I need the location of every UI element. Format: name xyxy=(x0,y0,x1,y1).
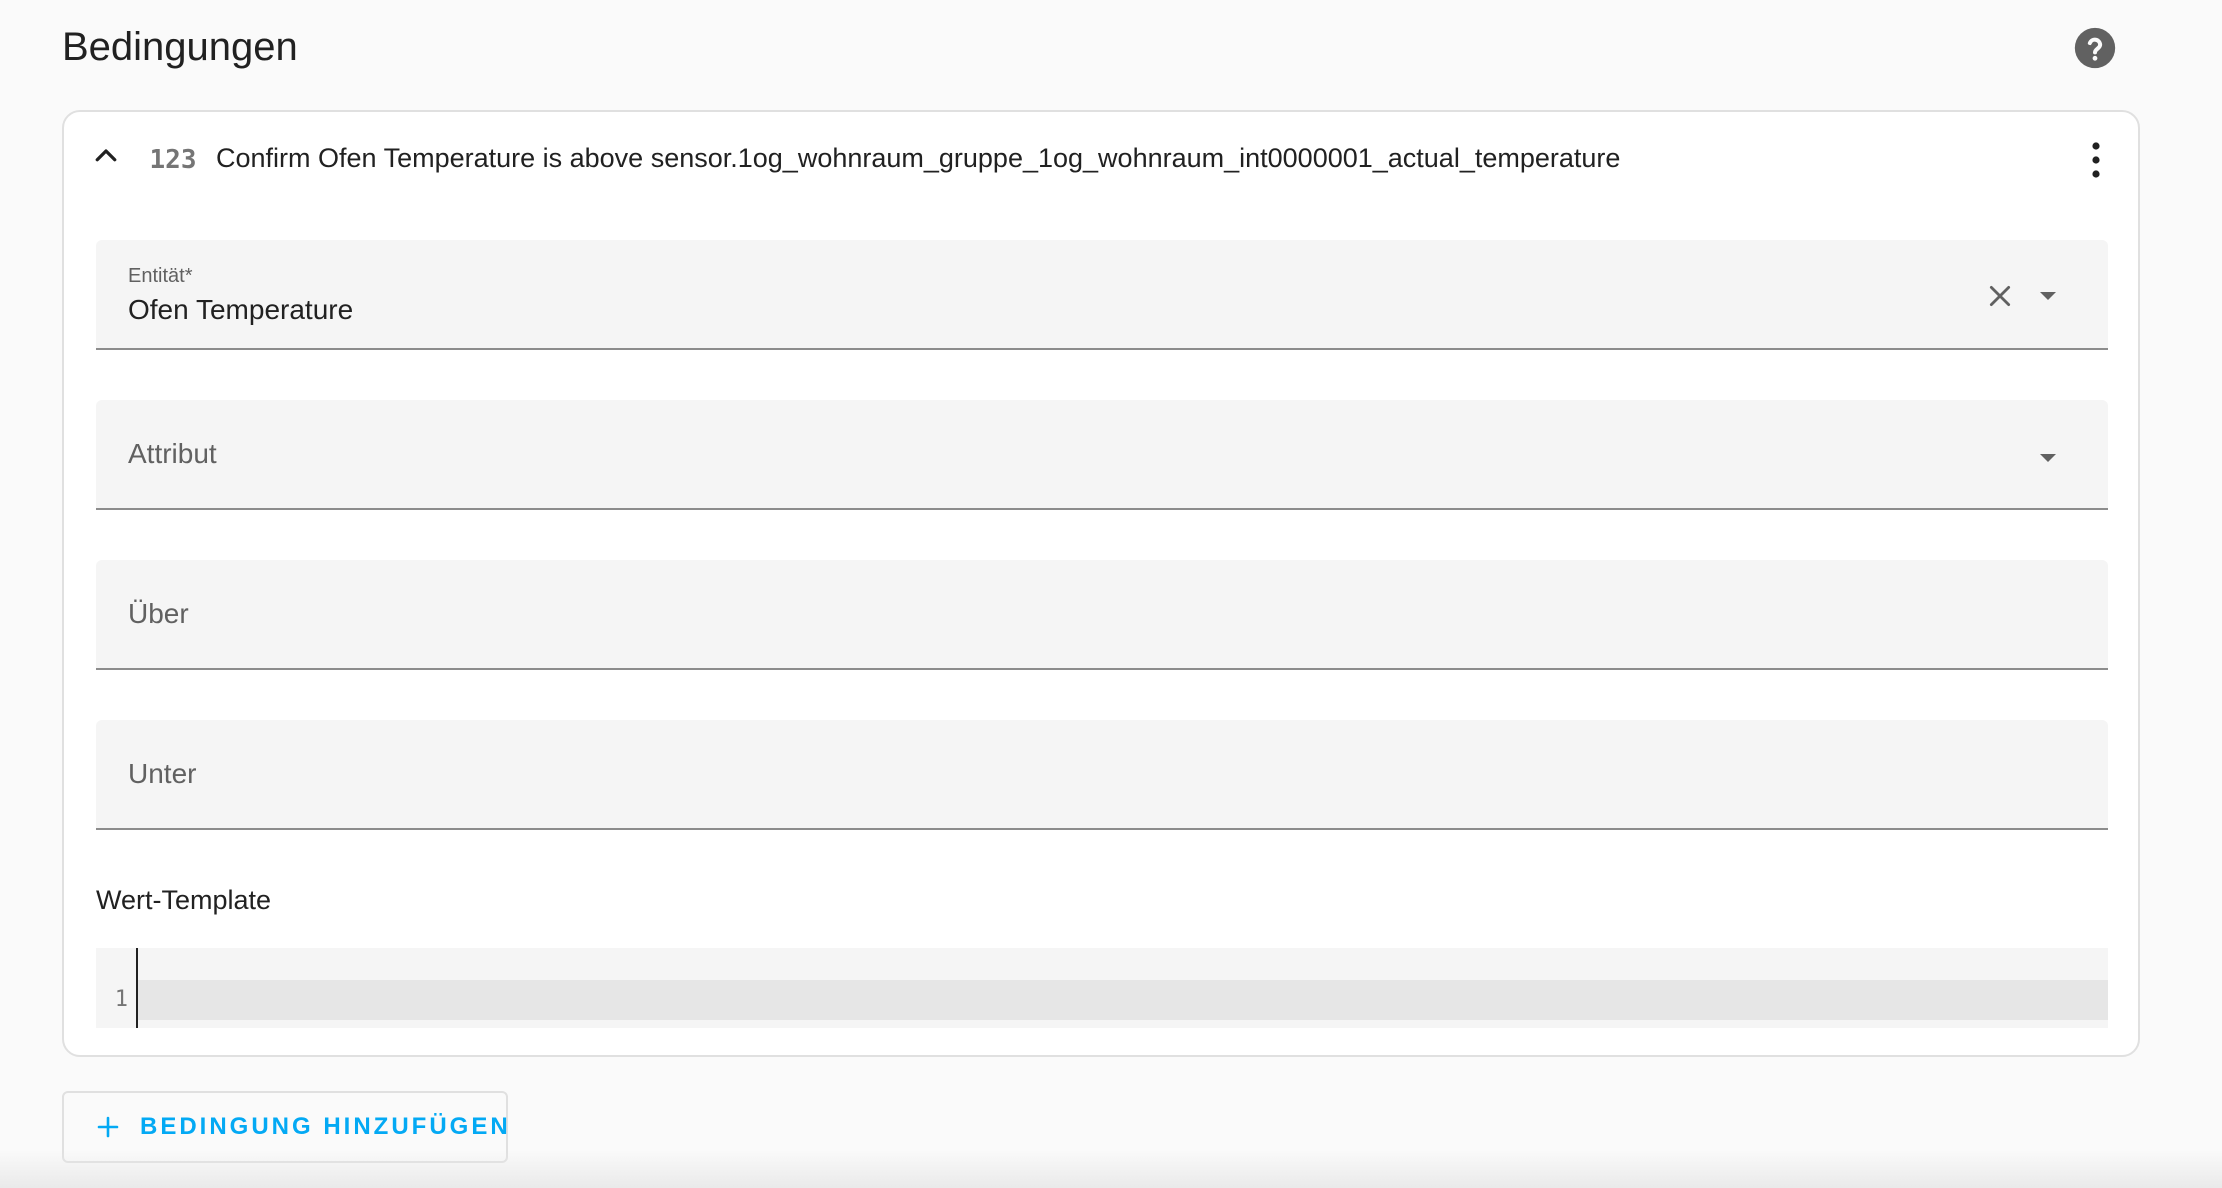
entity-clear-button[interactable] xyxy=(1980,276,2020,316)
entity-dropdown-button[interactable] xyxy=(2028,276,2068,316)
chevron-up-icon xyxy=(95,149,117,162)
plus-icon xyxy=(96,1113,120,1141)
value-template-editor[interactable]: 1 xyxy=(96,948,2108,1028)
help-button[interactable] xyxy=(2071,24,2119,72)
entity-label: Entität* xyxy=(128,265,193,287)
value-template-label: Wert-Template xyxy=(96,885,272,915)
add-condition-button[interactable]: BEDINGUNG HINZUFÜGEN xyxy=(62,1091,508,1163)
dots-vertical-icon xyxy=(2092,142,2100,178)
entity-value: Ofen Temperature xyxy=(128,294,354,325)
collapse-button[interactable] xyxy=(86,136,126,176)
menu-down-icon xyxy=(2040,292,2056,300)
entity-picker[interactable]: Entität* Ofen Temperature xyxy=(96,240,2108,350)
close-icon xyxy=(1989,285,2011,307)
attribute-dropdown-button[interactable] xyxy=(2028,438,2068,478)
below-input[interactable]: Unter xyxy=(96,720,2108,830)
above-input[interactable]: Über xyxy=(96,560,2108,670)
section-title: Bedingungen xyxy=(62,25,298,69)
above-placeholder: Über xyxy=(128,598,189,629)
editor-gutter: 1 xyxy=(96,948,138,1028)
line-number: 1 xyxy=(114,987,128,1012)
help-circle-icon xyxy=(2074,27,2116,69)
attribute-picker[interactable]: Attribut xyxy=(96,400,2108,510)
active-line[interactable] xyxy=(138,980,2108,1020)
menu-down-icon xyxy=(2040,454,2056,462)
attribute-placeholder: Attribut xyxy=(128,438,217,469)
below-placeholder: Unter xyxy=(128,758,197,789)
add-condition-label: BEDINGUNG HINZUFÜGEN xyxy=(140,1113,511,1140)
condition-card: 123 Confirm Ofen Temperature is above se… xyxy=(62,110,2140,1057)
overflow-menu-button[interactable] xyxy=(2074,136,2118,184)
condition-title: Confirm Ofen Temperature is above sensor… xyxy=(216,143,1621,173)
numeric-state-icon: 123 xyxy=(146,136,200,180)
numeric-state-icon-text: 123 xyxy=(150,145,197,175)
condition-card-header[interactable]: 123 Confirm Ofen Temperature is above se… xyxy=(64,112,2138,208)
